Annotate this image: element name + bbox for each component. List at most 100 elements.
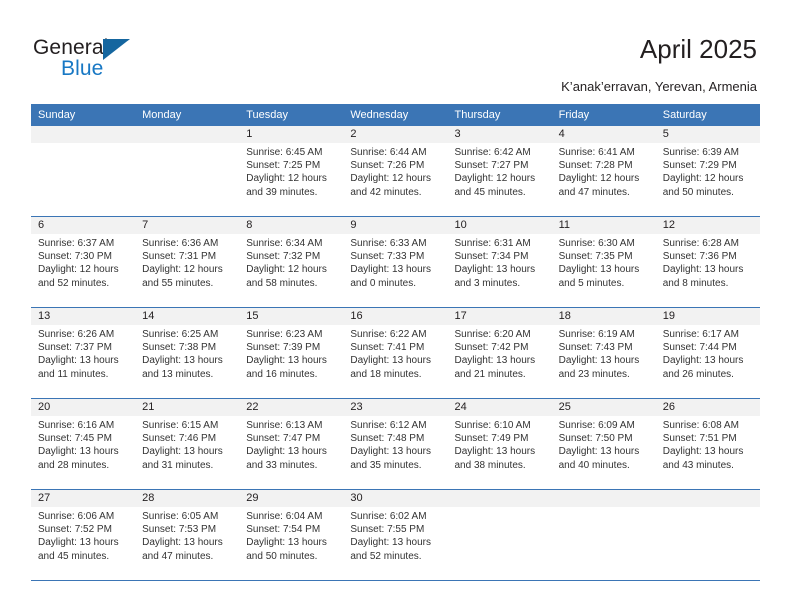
day-number[interactable]: 6 bbox=[31, 217, 135, 234]
day-number[interactable]: 4 bbox=[552, 126, 656, 143]
day-number[interactable]: 7 bbox=[135, 217, 239, 234]
day-cell[interactable]: Sunrise: 6:23 AM Sunset: 7:39 PM Daylight:… bbox=[239, 325, 343, 398]
day-number[interactable]: 16 bbox=[343, 308, 447, 325]
day-cell-empty bbox=[31, 143, 135, 216]
day-cell[interactable]: Sunrise: 6:34 AM Sunset: 7:32 PM Daylight:… bbox=[239, 234, 343, 307]
day-detail-line: Sunset: 7:31 PM bbox=[142, 251, 217, 263]
day-cell[interactable]: Sunrise: 6:04 AM Sunset: 7:54 PM Daylight:… bbox=[239, 507, 343, 580]
day-number[interactable]: 28 bbox=[135, 490, 239, 507]
day-cell[interactable]: Sunrise: 6:25 AM Sunset: 7:38 PM Daylight:… bbox=[135, 325, 239, 398]
day-detail-line: Sunset: 7:38 PM bbox=[142, 342, 217, 354]
day-detail-line: and 18 minutes. bbox=[350, 368, 422, 380]
day-cell[interactable]: Sunrise: 6:05 AM Sunset: 7:53 PM Daylight:… bbox=[135, 507, 239, 580]
day-number[interactable]: 10 bbox=[448, 217, 552, 234]
day-cell[interactable]: Sunrise: 6:37 AM Sunset: 7:30 PM Daylight:… bbox=[31, 234, 135, 307]
day-detail-line: Sunset: 7:48 PM bbox=[350, 433, 425, 445]
day-cell[interactable]: Sunrise: 6:20 AM Sunset: 7:42 PM Daylight:… bbox=[448, 325, 552, 398]
day-number[interactable]: 27 bbox=[31, 490, 135, 507]
day-detail-line: Sunrise: 6:41 AM bbox=[558, 147, 635, 158]
day-cell[interactable]: Sunrise: 6:36 AM Sunset: 7:31 PM Daylight:… bbox=[135, 234, 239, 307]
day-number[interactable]: 22 bbox=[239, 399, 343, 416]
day-number-empty bbox=[448, 490, 552, 507]
day-cell[interactable]: Sunrise: 6:13 AM Sunset: 7:47 PM Daylight:… bbox=[239, 416, 343, 489]
day-number[interactable]: 13 bbox=[31, 308, 135, 325]
day-detail-line: and 13 minutes. bbox=[142, 368, 214, 380]
day-detail-line: Daylight: 12 hours bbox=[142, 264, 223, 276]
location-subtitle: K’anak’erravan, Yerevan, Armenia bbox=[561, 79, 757, 94]
day-cell[interactable]: Sunrise: 6:31 AM Sunset: 7:34 PM Daylight:… bbox=[448, 234, 552, 307]
day-detail-line: Sunrise: 6:20 AM bbox=[454, 329, 531, 340]
day-cell[interactable]: Sunrise: 6:17 AM Sunset: 7:44 PM Daylight:… bbox=[656, 325, 760, 398]
day-detail-line: and 3 minutes. bbox=[454, 277, 521, 289]
day-cell[interactable]: Sunrise: 6:16 AM Sunset: 7:45 PM Daylight:… bbox=[31, 416, 135, 489]
day-cell[interactable]: Sunrise: 6:22 AM Sunset: 7:41 PM Daylight:… bbox=[343, 325, 447, 398]
day-number[interactable]: 11 bbox=[552, 217, 656, 234]
day-number[interactable]: 12 bbox=[656, 217, 760, 234]
day-detail-line: Sunrise: 6:34 AM bbox=[246, 238, 323, 249]
day-number[interactable]: 15 bbox=[239, 308, 343, 325]
day-cell[interactable]: Sunrise: 6:39 AM Sunset: 7:29 PM Daylight:… bbox=[656, 143, 760, 216]
day-number[interactable]: 8 bbox=[239, 217, 343, 234]
day-number-empty bbox=[135, 126, 239, 143]
weekday-header-row: Sunday Monday Tuesday Wednesday Thursday… bbox=[31, 104, 760, 126]
day-detail-line: and 28 minutes. bbox=[38, 459, 110, 471]
day-number[interactable]: 20 bbox=[31, 399, 135, 416]
day-detail-line: Sunset: 7:26 PM bbox=[350, 160, 425, 172]
day-number[interactable]: 9 bbox=[343, 217, 447, 234]
day-cell-empty bbox=[448, 507, 552, 580]
day-cell[interactable]: Sunrise: 6:06 AM Sunset: 7:52 PM Daylight:… bbox=[31, 507, 135, 580]
day-detail-line: Daylight: 13 hours bbox=[142, 537, 223, 549]
day-number[interactable]: 1 bbox=[239, 126, 343, 143]
day-number[interactable]: 5 bbox=[656, 126, 760, 143]
day-cell[interactable]: Sunrise: 6:28 AM Sunset: 7:36 PM Daylight:… bbox=[656, 234, 760, 307]
day-detail-line: Daylight: 13 hours bbox=[350, 537, 431, 549]
day-detail-line: and 55 minutes. bbox=[142, 277, 214, 289]
day-number[interactable]: 2 bbox=[343, 126, 447, 143]
day-number[interactable]: 14 bbox=[135, 308, 239, 325]
day-cell[interactable]: Sunrise: 6:12 AM Sunset: 7:48 PM Daylight:… bbox=[343, 416, 447, 489]
day-number[interactable]: 30 bbox=[343, 490, 447, 507]
day-detail-line: Sunrise: 6:25 AM bbox=[142, 329, 219, 340]
day-cell[interactable]: Sunrise: 6:42 AM Sunset: 7:27 PM Daylight:… bbox=[448, 143, 552, 216]
day-detail-line: Sunrise: 6:13 AM bbox=[246, 420, 323, 431]
day-detail-line: Sunrise: 6:19 AM bbox=[558, 329, 635, 340]
day-cell[interactable]: Sunrise: 6:30 AM Sunset: 7:35 PM Daylight:… bbox=[552, 234, 656, 307]
day-cell-empty bbox=[552, 507, 656, 580]
weekday-header-saturday: Saturday bbox=[662, 109, 707, 121]
day-number[interactable]: 23 bbox=[343, 399, 447, 416]
general-blue-logo: General Blue bbox=[33, 36, 233, 84]
day-cell[interactable]: Sunrise: 6:33 AM Sunset: 7:33 PM Daylight:… bbox=[343, 234, 447, 307]
day-number[interactable]: 26 bbox=[656, 399, 760, 416]
day-cell[interactable]: Sunrise: 6:45 AM Sunset: 7:25 PM Daylight:… bbox=[239, 143, 343, 216]
day-cell[interactable]: Sunrise: 6:44 AM Sunset: 7:26 PM Daylight:… bbox=[343, 143, 447, 216]
day-cell[interactable]: Sunrise: 6:41 AM Sunset: 7:28 PM Daylight:… bbox=[552, 143, 656, 216]
day-detail-line: Sunrise: 6:08 AM bbox=[662, 420, 739, 431]
day-number[interactable]: 17 bbox=[448, 308, 552, 325]
day-number[interactable]: 18 bbox=[552, 308, 656, 325]
day-number[interactable]: 19 bbox=[656, 308, 760, 325]
weekday-header-thursday: Thursday bbox=[454, 109, 501, 121]
day-cell[interactable]: Sunrise: 6:19 AM Sunset: 7:43 PM Daylight:… bbox=[552, 325, 656, 398]
day-number[interactable]: 21 bbox=[135, 399, 239, 416]
day-detail-line: Sunrise: 6:05 AM bbox=[142, 511, 219, 522]
day-number[interactable]: 29 bbox=[239, 490, 343, 507]
weekday-header-friday: Friday bbox=[558, 109, 590, 121]
day-detail-line: Daylight: 12 hours bbox=[246, 173, 327, 185]
day-detail-line: Sunset: 7:47 PM bbox=[246, 433, 321, 445]
weekday-header-monday: Monday bbox=[142, 109, 182, 121]
day-detail-line: Daylight: 12 hours bbox=[454, 173, 536, 185]
day-number[interactable]: 24 bbox=[448, 399, 552, 416]
day-number[interactable]: 25 bbox=[552, 399, 656, 416]
day-number[interactable]: 3 bbox=[448, 126, 552, 143]
day-cell[interactable]: Sunrise: 6:08 AM Sunset: 7:51 PM Daylight:… bbox=[656, 416, 760, 489]
page-header: General Blue April 2025 K’anak’erravan, … bbox=[0, 0, 792, 100]
day-cell[interactable]: Sunrise: 6:09 AM Sunset: 7:50 PM Daylight:… bbox=[552, 416, 656, 489]
day-detail-line: Sunset: 7:50 PM bbox=[558, 433, 633, 445]
day-cell[interactable]: Sunrise: 6:15 AM Sunset: 7:46 PM Daylight:… bbox=[135, 416, 239, 489]
day-cell[interactable]: Sunrise: 6:02 AM Sunset: 7:55 PM Daylight:… bbox=[343, 507, 447, 580]
day-detail-line: Sunrise: 6:09 AM bbox=[558, 420, 635, 431]
day-cell[interactable]: Sunrise: 6:26 AM Sunset: 7:37 PM Daylight:… bbox=[31, 325, 135, 398]
day-detail-line: Sunset: 7:27 PM bbox=[454, 160, 529, 172]
day-cell[interactable]: Sunrise: 6:10 AM Sunset: 7:49 PM Daylight:… bbox=[448, 416, 552, 489]
day-detail-line: Daylight: 12 hours bbox=[38, 264, 119, 276]
